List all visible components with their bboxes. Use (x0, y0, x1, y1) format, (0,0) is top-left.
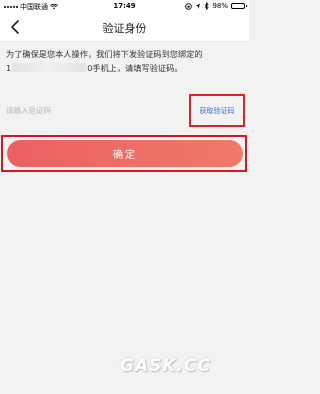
status-right: 98% (185, 2, 247, 10)
status-bar: 中国联通 17:49 98% (0, 0, 249, 13)
bluetooth-icon (205, 2, 210, 10)
page-title: 验证身份 (102, 22, 147, 35)
location-icon (196, 3, 201, 9)
battery-icon (231, 3, 247, 9)
description-line-2: 1 0手机上，请填写验证码。 (6, 61, 244, 75)
verification-description: 为了确保是您本人操作，我们将下发验证码到您绑定的 1 0手机上，请填写验证码。 (6, 47, 244, 75)
phone-prefix: 1 (6, 63, 12, 73)
battery-percent: 98% (212, 2, 228, 10)
masked-phone-number (12, 63, 87, 72)
phone-suffix-text: 0手机上，请填写验证码。 (87, 63, 183, 73)
get-code-button[interactable]: 获取验证码 (189, 94, 245, 127)
orientation-lock-icon (185, 2, 193, 10)
description-line-1: 为了确保是您本人操作，我们将下发验证码到您绑定的 (6, 49, 203, 59)
watermark-logo: GASK.CC (120, 356, 211, 376)
confirm-button[interactable]: 确定 (7, 140, 243, 167)
verification-code-input[interactable] (6, 102, 176, 118)
nav-bar: 验证身份 (0, 13, 249, 42)
